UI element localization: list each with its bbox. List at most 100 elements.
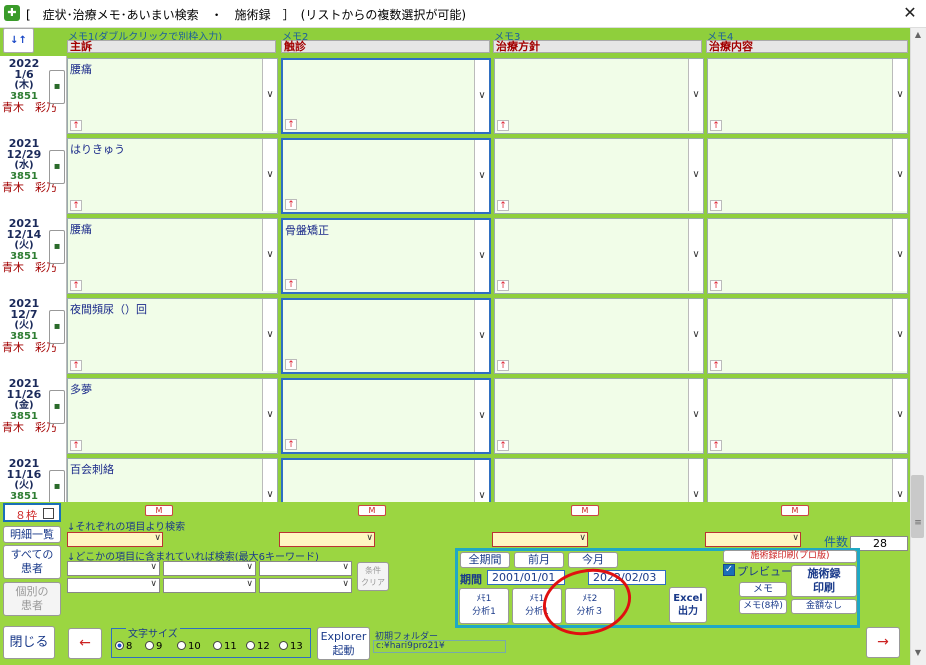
chevron-down-icon[interactable]: ∨ [474,460,489,502]
chevron-down-icon[interactable]: ∨ [792,533,799,543]
memo3-field[interactable]: ↑ ∨ [494,58,704,134]
memo2-heading[interactable]: 触診 [281,40,490,53]
memo1-field[interactable]: 腰痛 ↑ ∨ [67,58,278,134]
arrow-up-icon[interactable]: ↑ [710,440,722,451]
record-select-button[interactable]: ▪ [49,390,65,424]
analysis-1-button[interactable]: ﾒﾓ1 分析1 [459,588,509,624]
memo1-field[interactable]: 夜間頻尿（）回 ↑ ∨ [67,298,278,374]
memo1-field[interactable]: 腰痛 ↑ ∨ [67,218,278,294]
chevron-down-icon[interactable]: ∨ [688,139,703,211]
record-row[interactable]: 2022 1/6 (木) 3851 青木 彩乃 ▪ 腰痛 ↑ ∨ ↑ ∨ ↑ ∨ ↑ ∨ [0,56,910,136]
chevron-down-icon[interactable]: ∨ [688,299,703,371]
this-month-button[interactable]: 今月 [568,552,618,568]
keyword-combo-4[interactable]: ∨ [67,578,160,593]
memo4-heading[interactable]: 治療内容 [706,40,908,53]
chevron-down-icon[interactable]: ∨ [892,219,907,291]
record-date-cell[interactable]: 2021 12/7 (火) 3851 青木 彩乃 ▪ [0,296,67,376]
chevron-down-icon[interactable]: ∨ [688,219,703,291]
arrow-up-icon[interactable]: ↑ [497,200,509,211]
font-size-radio-12[interactable]: 12 [246,641,270,652]
memo3-heading[interactable]: 治療方針 [493,40,702,53]
record-date-cell[interactable]: 2022 1/6 (木) 3851 青木 彩乃 ▪ [0,56,67,136]
font-size-radio-8[interactable]: 8 [115,641,132,652]
memo1-field[interactable]: 多夢 ↑ ∨ [67,378,278,454]
chevron-down-icon[interactable]: ∨ [262,219,277,291]
all-period-button[interactable]: 全期間 [460,552,510,568]
arrow-up-icon[interactable]: ↑ [70,120,82,131]
memo4-m-button[interactable]: M [781,505,809,516]
record-row[interactable]: 2021 11/16 (火) 3851 ▪ 百会刺絡 ∨ ∨ ∨ ∨ [0,456,910,502]
memo3-field[interactable]: ↑ ∨ [494,298,704,374]
chevron-down-icon[interactable]: ∨ [150,579,157,589]
eight-frame-toggle[interactable]: ８枠 [3,503,61,522]
keyword-combo-5[interactable]: ∨ [163,578,256,593]
record-select-button[interactable]: ▪ [49,150,65,184]
arrow-up-icon[interactable]: ↑ [285,439,297,450]
prev-month-button[interactable]: 前月 [514,552,564,568]
arrow-up-icon[interactable]: ↑ [497,440,509,451]
chevron-down-icon[interactable]: ∨ [262,59,277,131]
memo3-field[interactable]: ↑ ∨ [494,378,704,454]
chevron-down-icon[interactable]: ∨ [892,299,907,371]
chevron-down-icon[interactable]: ∨ [262,299,277,371]
record-select-button[interactable]: ▪ [49,470,65,502]
chevron-down-icon[interactable]: ∨ [246,579,253,589]
explorer-launch-button[interactable]: Explorer 起動 [317,627,370,660]
treatment-record-print-button[interactable]: 施術録 印刷 [791,565,857,597]
memo1-field[interactable]: 百会刺絡 ∨ [67,458,278,502]
record-row[interactable]: 2021 11/26 (金) 3851 青木 彩乃 ▪ 多夢 ↑ ∨ ↑ ∨ ↑ ∨ ↑… [0,376,910,456]
scroll-down-icon[interactable]: ▼ [911,648,925,662]
arrow-up-icon[interactable]: ↑ [710,200,722,211]
eight-frame-checkbox[interactable] [43,508,54,519]
record-row[interactable]: 2021 12/29 (水) 3851 青木 彩乃 ▪ はりきゅう ↑ ∨ ↑ ∨ ↑… [0,136,910,216]
memo2-field[interactable]: 骨盤矯正 ↑ ∨ [281,218,491,294]
font-size-radio-13[interactable]: 13 [279,641,303,652]
memo2-m-button[interactable]: M [358,505,386,516]
memo4-field[interactable]: ↑ ∨ [707,138,908,214]
chevron-down-icon[interactable]: ∨ [342,579,349,589]
keyword-combo-2[interactable]: ∨ [163,561,256,576]
memo4-field[interactable]: ↑ ∨ [707,378,908,454]
memo-print-button[interactable]: メモ [739,582,787,597]
memo2-field[interactable]: ↑ ∨ [281,298,491,374]
memo4-search-combo[interactable]: ∨ [705,532,801,547]
memo3-field[interactable]: ∨ [494,458,704,502]
no-amount-button[interactable]: 金額なし [791,599,857,614]
keyword-combo-6[interactable]: ∨ [259,578,352,593]
chevron-down-icon[interactable]: ∨ [474,220,489,292]
chevron-down-icon[interactable]: ∨ [892,139,907,211]
font-size-radio-10[interactable]: 10 [177,641,201,652]
memo2-field[interactable]: ↑ ∨ [281,138,491,214]
memo2-field[interactable]: ↑ ∨ [281,378,491,454]
scroll-up-icon[interactable]: ▲ [911,30,925,44]
record-date-cell[interactable]: 2021 11/16 (火) 3851 ▪ [0,456,67,502]
memo3-search-combo[interactable]: ∨ [492,532,588,547]
memo4-field[interactable]: ↑ ∨ [707,58,908,134]
next-arrow-button[interactable]: → [866,627,900,658]
chevron-down-icon[interactable]: ∨ [892,459,907,502]
chevron-down-icon[interactable]: ∨ [688,59,703,131]
keyword-combo-1[interactable]: ∨ [67,561,160,576]
arrow-up-icon[interactable]: ↑ [497,120,509,131]
arrow-up-icon[interactable]: ↑ [285,279,297,290]
record-row[interactable]: 2021 12/14 (火) 3851 青木 彩乃 ▪ 腰痛 ↑ ∨ 骨盤矯正 ↑ ∨ … [0,216,910,296]
memo3-field[interactable]: ↑ ∨ [494,218,704,294]
arrow-up-icon[interactable]: ↑ [285,199,297,210]
arrow-up-icon[interactable]: ↑ [70,440,82,451]
memo2-field[interactable]: ∨ [281,458,491,502]
record-date-cell[interactable]: 2021 12/29 (水) 3851 青木 彩乃 ▪ [0,136,67,216]
chevron-down-icon[interactable]: ∨ [474,380,489,452]
close-button[interactable]: 閉じる [3,626,55,659]
init-folder-path[interactable]: c:¥hari9pro21¥ [373,640,506,653]
arrow-up-icon[interactable]: ↑ [285,119,297,130]
font-size-radio-11[interactable]: 11 [213,641,237,652]
chevron-down-icon[interactable]: ∨ [262,459,277,502]
memo3-field[interactable]: ↑ ∨ [494,138,704,214]
record-select-button[interactable]: ▪ [49,310,65,344]
memo1-m-button[interactable]: M [145,505,173,516]
vertical-scrollbar[interactable] [910,28,926,665]
chevron-down-icon[interactable]: ∨ [246,562,253,572]
close-icon[interactable]: ✕ [900,3,920,23]
condition-clear-button[interactable]: 条件 クリア [357,562,389,591]
memo8-print-button[interactable]: メモ(8枠) [739,599,787,614]
